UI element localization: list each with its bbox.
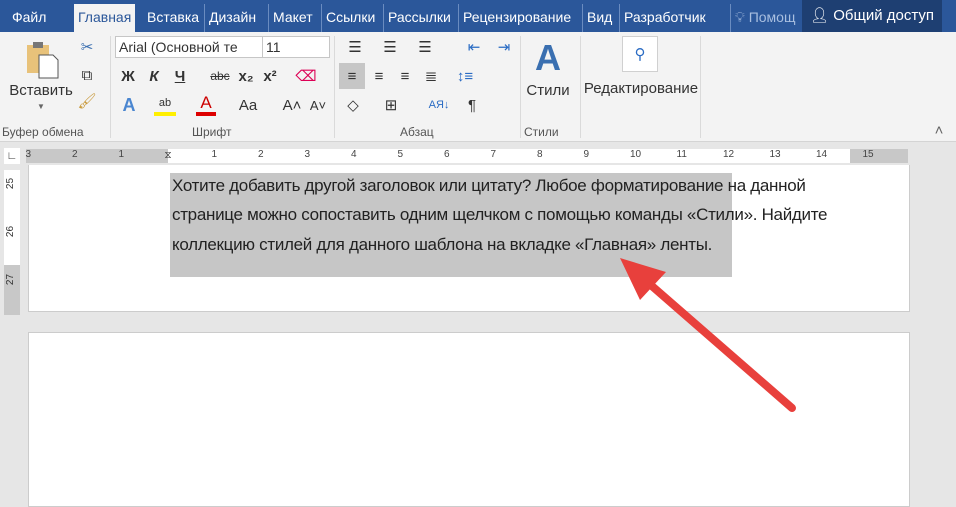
red-arrow-annotation — [620, 258, 796, 412]
